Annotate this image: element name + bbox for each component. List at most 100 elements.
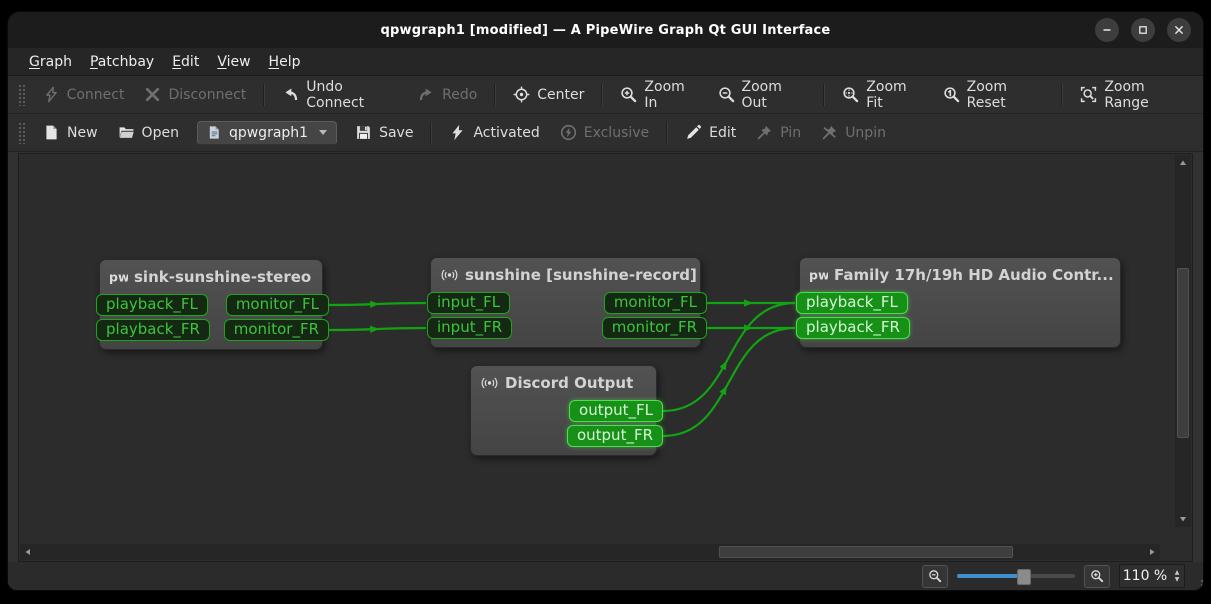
- toolbar-button-zoom-range[interactable]: Zoom Range: [1070, 74, 1197, 116]
- toolbar-button-zoom-fit[interactable]: Zoom Fit: [832, 74, 932, 116]
- node-sunshine[interactable]: sunshine [sunshine-record]input_FLinput_…: [430, 257, 701, 348]
- toolbar-button-save[interactable]: Save: [345, 119, 423, 146]
- toolbar-button-center[interactable]: Center: [503, 81, 594, 108]
- window-controls: [1095, 18, 1191, 42]
- toolbar-button-new[interactable]: New: [33, 119, 108, 146]
- vertical-scroll-track[interactable]: [1175, 171, 1191, 511]
- zoom-in-icon: [620, 86, 637, 103]
- port-family-hd-audio-playback_FL[interactable]: playback_FL: [796, 292, 908, 314]
- toolbar-separator: [823, 84, 825, 106]
- toolbar-button-unpin[interactable]: Unpin: [811, 119, 896, 146]
- menu-help[interactable]: Help: [260, 51, 310, 73]
- toolbar-button-label: Unpin: [845, 125, 886, 141]
- maximize-button[interactable]: [1131, 18, 1155, 42]
- toolbar-button-activated[interactable]: Activated: [439, 119, 549, 146]
- outputs-column: output_FL output_FR: [567, 400, 663, 447]
- outputs-column: monitor_FL monitor_FR: [602, 292, 707, 339]
- toolbar-button-zoom-out[interactable]: Zoom Out: [708, 74, 817, 116]
- center-icon: [513, 86, 530, 103]
- node-header[interactable]: pw sink-sunshine-stereo: [100, 260, 322, 294]
- port-sunshine-monitor_FL[interactable]: monitor_FL: [604, 292, 707, 314]
- scroll-left-button[interactable]: [20, 544, 36, 560]
- spinbox-arrows[interactable]: ▲ ▼: [1170, 570, 1184, 583]
- toolbar-button-connect[interactable]: Connect: [33, 81, 135, 108]
- pipewire-icon: pw: [809, 267, 828, 283]
- node-discord-output[interactable]: Discord Outputoutput_FLoutput_FR: [470, 365, 657, 456]
- toolbar-button-label: Redo: [442, 87, 477, 103]
- node-header[interactable]: pwFamily 17h/19h HD Audio Contr...: [800, 258, 1120, 292]
- scroll-up-button[interactable]: [1175, 155, 1191, 171]
- toolbar-button-undo-connect[interactable]: Undo Connect: [272, 74, 408, 116]
- zoom-percent-spinbox[interactable]: 110 % ▲ ▼: [1119, 564, 1185, 588]
- zoom-percent-value: 110 %: [1120, 568, 1170, 584]
- node-ports: input_FLinput_FRmonitor_FLmonitor_FR: [431, 292, 700, 347]
- spin-up-icon[interactable]: ▲: [1175, 570, 1180, 576]
- node-sink-sunshine-stereo[interactable]: pw sink-sunshine-stereo playback_FLplaybac…: [99, 259, 323, 350]
- horizontal-scroll-track[interactable]: [36, 544, 1144, 560]
- toolbar-graph: Connect Disconnect Undo Connect Redo Center Z…: [8, 76, 1203, 114]
- titlebar[interactable]: qpwgraph1 [modified] — A PipeWire Graph …: [8, 12, 1203, 48]
- zoom-slider-handle[interactable]: [1017, 569, 1031, 585]
- toolbar-button-redo[interactable]: Redo: [408, 81, 487, 108]
- minimize-icon: [1102, 25, 1112, 35]
- menu-edit[interactable]: Edit: [163, 51, 208, 73]
- node-header[interactable]: sunshine [sunshine-record]: [431, 258, 700, 292]
- vertical-scrollbar[interactable]: [1175, 155, 1191, 527]
- toolbar-button-exclusive[interactable]: Exclusive: [550, 119, 659, 146]
- port-discord-output-output_FR[interactable]: output_FR: [567, 425, 663, 447]
- vertical-scroll-thumb[interactable]: [1177, 268, 1189, 438]
- node-title: sink-sunshine-stereo: [134, 268, 311, 286]
- toolbar-button-label: Save: [379, 125, 413, 141]
- toolbar-button-label: Connect: [67, 87, 125, 103]
- horizontal-scroll-thumb[interactable]: [719, 546, 1013, 558]
- port-sunshine-input_FR[interactable]: input_FR: [427, 317, 512, 339]
- link-sink-sunshine-stereo.monitor_FL-to-sunshine.input_FL[interactable]: [329, 303, 426, 305]
- node-header[interactable]: Discord Output: [471, 366, 656, 400]
- toolbar-button-open[interactable]: Open: [108, 119, 189, 146]
- graph-canvas[interactable]: pwsink-sunshine-stereoplayback_FLplaybac…: [20, 155, 1177, 544]
- toolbar-drag-handle[interactable]: [18, 84, 25, 106]
- menu-patchbay[interactable]: Patchbay: [81, 51, 163, 73]
- spin-down-icon[interactable]: ▼: [1175, 577, 1180, 583]
- save-icon: [355, 124, 372, 141]
- menu-graph[interactable]: Graph: [20, 51, 81, 73]
- menu-view[interactable]: View: [208, 51, 259, 73]
- resize-grip[interactable]: [1197, 584, 1199, 586]
- toolbar-patchbay: New Open qpwgraph1 Save Activated Exclusive Ed…: [8, 114, 1203, 152]
- toolbar-button-pin[interactable]: Pin: [746, 119, 811, 146]
- toolbar-button-zoom-in[interactable]: Zoom In: [610, 74, 707, 116]
- toolbar-drag-handle[interactable]: [18, 122, 25, 144]
- toolbar-button-label: Center: [537, 87, 584, 103]
- inputs-column: input_FL input_FR: [427, 292, 512, 339]
- port-sink-sunshine-stereo-monitor_FL[interactable]: monitor_FL: [226, 294, 329, 316]
- pipewire-icon: pw: [109, 269, 128, 285]
- chevron-down-icon: [319, 130, 327, 135]
- profile-selector-combobox[interactable]: qpwgraph1: [197, 121, 337, 145]
- zoom-in-button[interactable]: [1084, 565, 1110, 588]
- port-family-hd-audio-playback_FR[interactable]: playback_FR: [796, 317, 910, 339]
- toolbar-button-disconnect[interactable]: Disconnect: [134, 81, 256, 108]
- port-sunshine-monitor_FR[interactable]: monitor_FR: [602, 317, 707, 339]
- minimize-button[interactable]: [1095, 18, 1119, 42]
- port-sunshine-input_FL[interactable]: input_FL: [427, 292, 510, 314]
- close-button[interactable]: [1167, 18, 1191, 42]
- toolbar-button-edit[interactable]: Edit: [675, 119, 746, 146]
- new-icon: [43, 124, 60, 141]
- port-sink-sunshine-stereo-playback_FR[interactable]: playback_FR: [96, 319, 210, 341]
- link-sink-sunshine-stereo.monitor_FR-to-sunshine.input_FR[interactable]: [329, 328, 426, 330]
- horizontal-scrollbar[interactable]: [20, 544, 1160, 560]
- port-discord-output-output_FL[interactable]: output_FL: [569, 400, 663, 422]
- toolbar-button-zoom-reset[interactable]: Zoom Reset: [933, 74, 1055, 116]
- node-family-hd-audio[interactable]: pwFamily 17h/19h HD Audio Contr...playba…: [799, 257, 1121, 348]
- scroll-down-button[interactable]: [1175, 511, 1191, 527]
- port-sink-sunshine-stereo-monitor_FR[interactable]: monitor_FR: [224, 319, 329, 341]
- toolbar-button-label: Exclusive: [584, 125, 649, 141]
- scroll-right-button[interactable]: [1144, 544, 1160, 560]
- zoom-out-icon: [718, 86, 735, 103]
- zoom-out-button[interactable]: [922, 565, 948, 588]
- zoom-slider-fill: [957, 574, 1023, 578]
- activated-icon: [449, 124, 466, 141]
- toolbar-button-label: Open: [142, 125, 179, 141]
- port-sink-sunshine-stereo-playback_FL[interactable]: playback_FL: [96, 294, 208, 316]
- zoom-slider[interactable]: [957, 568, 1075, 584]
